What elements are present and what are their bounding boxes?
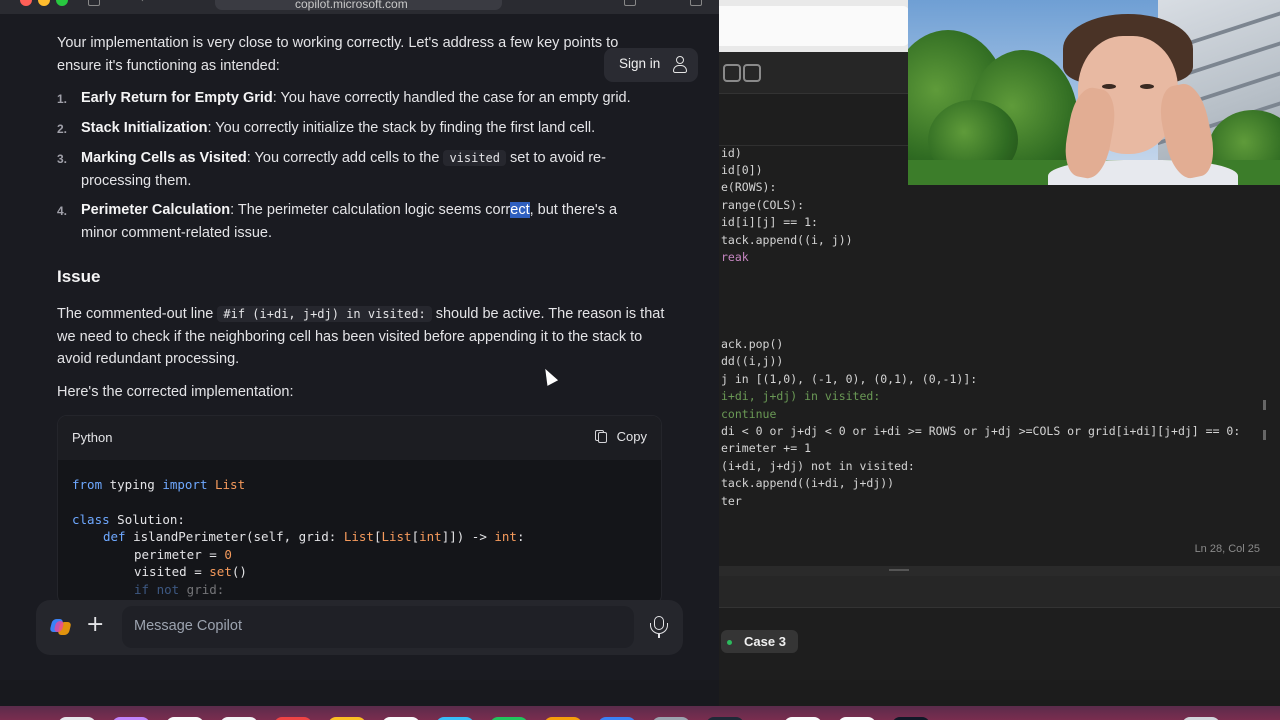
browser-toolbar: ‹ copilot.microsoft.com [0,0,719,14]
cursor-position: Ln 28, Col 25 [1194,543,1260,555]
code-line: range(COLS): [721,198,805,212]
code-line: visited = set() [134,564,247,579]
corrected-intro: Here's the corrected implementation: [57,384,294,400]
tabs-overview-icon[interactable] [690,0,702,6]
code-line: dd((i,j)) [721,354,784,368]
editor-tab-area [719,6,909,46]
test-case-label: Case 3 [744,634,786,649]
code-line: j in [(1,0), (-1, 0), (0,1), (0,-1)]: [721,372,978,386]
screen: id) id[0]) e(ROWS): range(COLS): id[i][j… [0,0,1280,720]
note-icon[interactable] [743,64,761,82]
code-line: class Solution: [72,512,185,527]
copilot-logo-icon [49,617,72,637]
editor-bottom-strip [719,680,1280,706]
code-line: ter [721,494,742,508]
maximize-window-button[interactable] [56,0,68,6]
code-line: from typing import List [72,477,246,492]
code-line: if not grid: [134,582,225,597]
message-placeholder: Message Copilot [134,618,242,634]
section-heading: Issue [57,267,101,286]
code-line: e(ROWS): [721,180,777,194]
sidebar-toggle-icon[interactable] [88,0,100,6]
share-icon[interactable] [624,0,636,6]
microphone-icon[interactable] [650,616,668,638]
inline-code: #if (i+di, j+dj) in visited: [217,306,432,322]
copy-button[interactable]: Copy [594,429,647,444]
eye [1102,84,1116,89]
browser-bottom-strip [0,680,719,706]
sign-in-label: Sign in [619,56,661,71]
browser-window: ‹ copilot.microsoft.com Your implementat… [0,0,719,720]
back-icon[interactable]: ‹ [140,0,152,5]
list-item: Perimeter Calculation: The perimeter cal… [81,199,651,244]
add-attachment-button[interactable]: + [86,612,104,637]
code-line: id[i][j] == 1: [721,215,818,229]
list-item-text: : You correctly initialize the stack by … [207,120,596,136]
code-line: (i+di, j+dj) not in visited: [721,459,915,473]
code-line: continue [721,407,777,421]
list-item-title: Early Return for Empty Grid [81,90,273,106]
copy-label: Copy [616,429,647,444]
code-block: Python Copy from typing import List clas… [57,415,662,605]
grip-icon [889,569,909,571]
copy-icon [594,430,607,443]
list-item: Stack Initialization: You correctly init… [81,117,681,140]
person-icon [672,56,688,74]
code-block-header: Python Copy [58,416,661,460]
sign-in-button[interactable]: Sign in [604,48,698,82]
list-item-text: : You have correctly handled the case fo… [272,90,631,106]
address-bar[interactable]: copilot.microsoft.com [215,0,502,11]
console-header [719,576,1280,608]
test-case-tab[interactable]: Case 3 [721,630,798,653]
list-item: Marking Cells as Visited: You correctly … [81,147,651,192]
message-composer: + Message Copilot [36,600,683,655]
text-selection: ect [510,202,530,218]
assistant-intro: Your implementation is very close to wor… [57,35,619,74]
code-line: tack.append((i+di, j+dj)) [721,476,895,490]
layout-icon[interactable] [723,64,741,82]
list-number: 4. [57,204,68,218]
code-line: di < 0 or j+dj < 0 or i+di >= ROWS or j+… [721,424,1241,438]
code-line: reak [721,250,749,264]
list-number: 2. [57,122,68,136]
eye [1140,84,1154,89]
code-area[interactable]: id) id[0]) e(ROWS): range(COLS): id[i][j… [719,146,1280,566]
list-item-title: Marking Cells as Visited [81,150,247,166]
issue-text: The commented-out line [57,306,214,322]
inline-code: visited [443,150,507,166]
close-window-button[interactable] [20,0,32,6]
list-item: Early Return for Empty Grid: You have co… [81,87,681,110]
code-line: id) [721,146,742,160]
code-line: i+di, j+dj) in visited: [721,389,881,403]
webcam-overlay [908,0,1280,185]
status-dot-icon [727,640,732,646]
scrollbar-marker[interactable] [1263,400,1266,410]
list-number: 3. [57,152,68,166]
code-line: erimeter += 1 [721,441,812,455]
scrollbar-marker[interactable] [1263,430,1266,440]
dock [0,706,1280,720]
code-line: perimeter = 0 [134,547,232,562]
code-line: id[0]) [721,163,763,177]
message-input[interactable]: Message Copilot [122,606,634,648]
code-line: ack.pop() [721,337,784,351]
url-text: copilot.microsoft.com [295,0,408,11]
code-line: tack.append((i, j)) [721,233,853,247]
code-line: def islandPerimeter(self, grid: List[Lis… [103,529,525,544]
issue-paragraph: The commented-out line #if (i+di, j+dj) … [57,303,667,371]
list-item-title: Perimeter Calculation [81,202,231,218]
panel-resize-handle[interactable] [719,566,1280,576]
minimize-window-button[interactable] [38,0,50,6]
code-language: Python [72,430,113,445]
list-number: 1. [57,92,68,106]
copilot-chat: Your implementation is very close to wor… [0,14,719,680]
list-item-title: Stack Initialization [81,120,208,136]
list-item-text: : You correctly add cells to the [246,150,440,166]
list-item-text: : The perimeter calculation logic seems … [230,202,511,218]
